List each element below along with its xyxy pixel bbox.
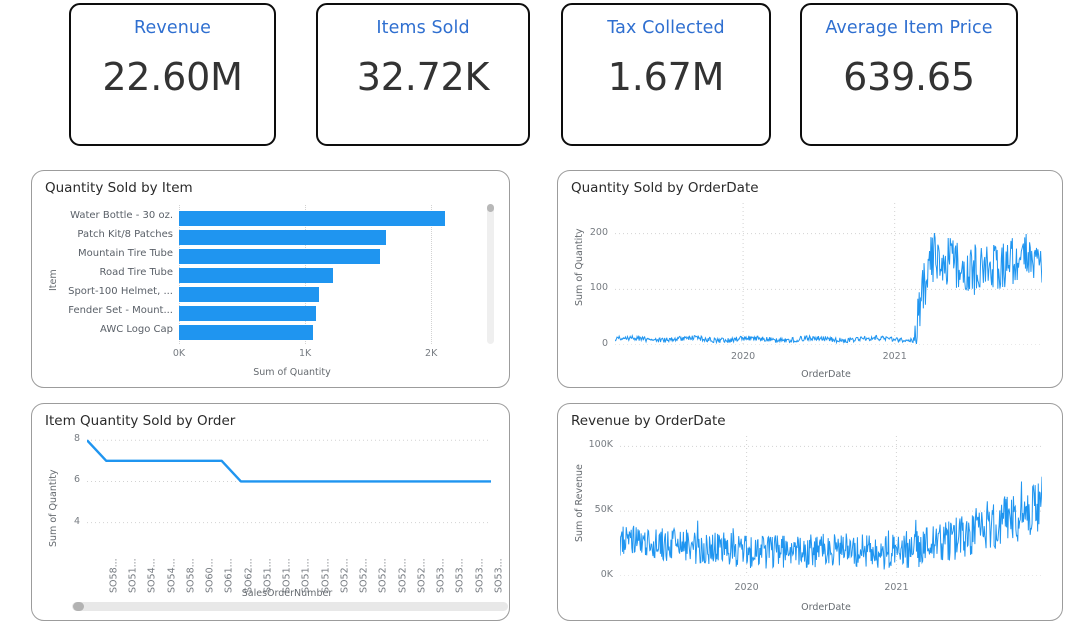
- x-axis-tick: 2K: [425, 348, 437, 359]
- order-line-y-axis-label: Sum of Quantity: [48, 469, 59, 547]
- bar-plot-area: 0K1K2KWater Bottle - 30 oz.Patch Kit/8 P…: [179, 209, 469, 342]
- bar-category-label: Mountain Tire Tube: [78, 248, 173, 259]
- kpi-card-items-sold[interactable]: Items Sold 32.72K: [316, 3, 530, 146]
- panel-title: Quantity Sold by OrderDate: [571, 180, 759, 196]
- kpi-title: Tax Collected: [607, 18, 725, 38]
- x-axis-tick: SO53...: [435, 558, 446, 593]
- rev-date-plot-area: 0K50K100K20202021: [620, 436, 1042, 576]
- y-axis-tick: 200: [590, 227, 608, 238]
- bar[interactable]: [179, 325, 313, 340]
- bar-category-label: Sport-100 Helmet, ...: [68, 286, 173, 297]
- bar-row[interactable]: Road Tire Tube: [179, 268, 469, 283]
- bar-row[interactable]: Mountain Tire Tube: [179, 249, 469, 264]
- y-axis-tick: 4: [74, 516, 80, 527]
- x-axis-tick: SO54...: [147, 558, 158, 593]
- panel-quantity-sold-by-item[interactable]: Quantity Sold by Item Item 0K1K2KWater B…: [31, 170, 510, 388]
- panel-quantity-sold-by-orderdate[interactable]: Quantity Sold by OrderDate Sum of Quanti…: [557, 170, 1063, 388]
- bar-row[interactable]: Sport-100 Helmet, ...: [179, 287, 469, 302]
- bar-category-label: Water Bottle - 30 oz.: [70, 210, 173, 221]
- x-axis-tick: SO60...: [205, 558, 216, 593]
- series-line: [87, 440, 491, 481]
- x-axis-tick: SO53...: [493, 558, 504, 593]
- order-line-series-svg: [87, 432, 491, 535]
- x-axis-tick: 2020: [735, 582, 759, 593]
- bar-vertical-scrollbar[interactable]: [487, 204, 494, 344]
- bar[interactable]: [179, 268, 333, 283]
- y-axis-tick: 8: [74, 433, 80, 444]
- x-axis-tick: 2020: [731, 351, 755, 362]
- bar[interactable]: [179, 249, 380, 264]
- bar[interactable]: [179, 287, 319, 302]
- bar[interactable]: [179, 306, 316, 321]
- x-axis-tick: SO61...: [224, 558, 235, 593]
- panel-title: Item Quantity Sold by Order: [45, 413, 235, 429]
- order-line-plot-area: 468SO58...SO51...SO54...SO54...SO58...SO…: [87, 432, 491, 535]
- x-axis-tick: SO54...: [166, 558, 177, 593]
- x-axis-tick: SO52...: [397, 558, 408, 593]
- panel-revenue-by-orderdate[interactable]: Revenue by OrderDate Sum of Revenue 0K50…: [557, 403, 1063, 621]
- x-axis-tick: SO58...: [185, 558, 196, 593]
- bar-row[interactable]: Patch Kit/8 Patches: [179, 230, 469, 245]
- x-axis-tick: SO53...: [474, 558, 485, 593]
- qty-date-series-svg: [615, 203, 1042, 345]
- bar-category-label: Fender Set - Mount...: [68, 305, 173, 316]
- y-axis-tick: 0K: [601, 569, 613, 580]
- series-line: [620, 477, 1042, 570]
- kpi-card-tax-collected[interactable]: Tax Collected 1.67M: [561, 3, 771, 146]
- kpi-value: 22.60M: [102, 55, 242, 99]
- panel-title: Revenue by OrderDate: [571, 413, 726, 429]
- panel-item-quantity-sold-by-order[interactable]: Item Quantity Sold by Order Sum of Quant…: [31, 403, 510, 621]
- bar[interactable]: [179, 211, 445, 226]
- y-axis-tick: 100: [590, 282, 608, 293]
- kpi-value: 32.72K: [357, 55, 490, 99]
- kpi-value: 1.67M: [608, 55, 724, 99]
- y-axis-tick: 6: [74, 474, 80, 485]
- x-axis-tick: 0K: [173, 348, 185, 359]
- order-line-horizontal-scrollbar[interactable]: [72, 602, 508, 611]
- y-axis-tick: 0: [602, 338, 608, 349]
- x-axis-tick: SO53...: [455, 558, 466, 593]
- kpi-title: Average Item Price: [825, 18, 992, 38]
- x-axis-tick: SO52...: [339, 558, 350, 593]
- qty-date-x-axis-label: OrderDate: [801, 369, 851, 380]
- scrollbar-thumb[interactable]: [73, 602, 84, 611]
- bar-x-axis-label: Sum of Quantity: [253, 367, 331, 378]
- x-axis-tick: 2021: [883, 351, 907, 362]
- x-axis-tick: SO58...: [108, 558, 119, 593]
- kpi-title: Revenue: [134, 18, 211, 38]
- qty-date-plot-area: 010020020202021: [615, 203, 1042, 345]
- bar-row[interactable]: Fender Set - Mount...: [179, 306, 469, 321]
- dashboard-root: Revenue 22.60M Items Sold 32.72K Tax Col…: [0, 0, 1084, 627]
- x-axis-tick: SO51...: [128, 558, 139, 593]
- x-axis-tick: SO52...: [378, 558, 389, 593]
- bar-category-label: Road Tire Tube: [99, 267, 173, 278]
- bar-y-axis-label: Item: [48, 269, 59, 291]
- series-line: [615, 233, 1042, 344]
- panel-title: Quantity Sold by Item: [45, 180, 193, 196]
- bar-category-label: Patch Kit/8 Patches: [77, 229, 173, 240]
- y-axis-tick: 50K: [595, 504, 613, 515]
- kpi-card-average-item-price[interactable]: Average Item Price 639.65: [800, 3, 1018, 146]
- kpi-value: 639.65: [843, 55, 975, 99]
- rev-date-series-svg: [620, 436, 1042, 576]
- bar[interactable]: [179, 230, 386, 245]
- bar-row[interactable]: Water Bottle - 30 oz.: [179, 211, 469, 226]
- kpi-title: Items Sold: [376, 18, 469, 38]
- scrollbar-thumb[interactable]: [487, 204, 494, 212]
- bar-category-label: AWC Logo Cap: [100, 324, 173, 335]
- x-axis-tick: SO52...: [358, 558, 369, 593]
- kpi-card-revenue[interactable]: Revenue 22.60M: [69, 3, 276, 146]
- qty-date-y-axis-label: Sum of Quantity: [574, 228, 585, 306]
- bar-row[interactable]: AWC Logo Cap: [179, 325, 469, 340]
- kpi-card-row: Revenue 22.60M Items Sold 32.72K Tax Col…: [0, 0, 1084, 150]
- rev-date-x-axis-label: OrderDate: [801, 602, 851, 613]
- rev-date-y-axis-label: Sum of Revenue: [574, 464, 585, 542]
- x-axis-tick: 2021: [884, 582, 908, 593]
- x-axis-tick: SO52...: [416, 558, 427, 593]
- order-line-x-axis-label: SalesOrderNumber: [242, 588, 332, 599]
- x-axis-tick: 1K: [299, 348, 311, 359]
- y-axis-tick: 100K: [589, 439, 613, 450]
